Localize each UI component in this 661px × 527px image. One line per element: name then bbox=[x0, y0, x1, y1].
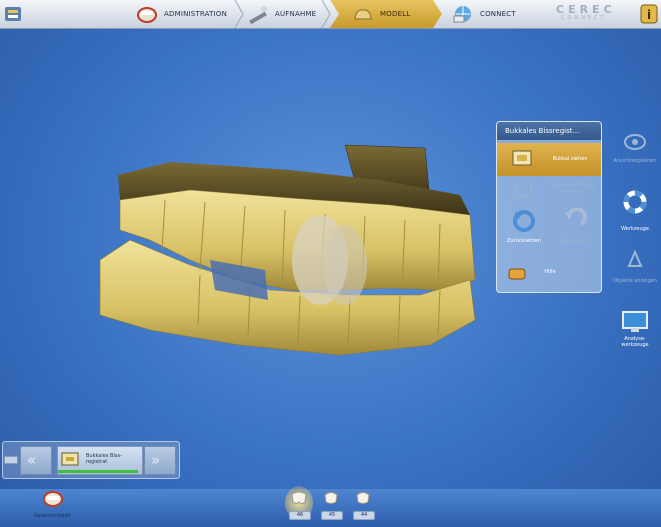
tab-administration-label: ADMINISTRATION bbox=[164, 10, 228, 18]
tooth-45-label: 45 bbox=[321, 511, 343, 520]
tab-aufnahme[interactable]: AUFNAHME bbox=[247, 0, 316, 28]
tooth-45-button[interactable]: 45 bbox=[318, 488, 344, 520]
premolar-tooth-icon bbox=[355, 490, 371, 510]
top-navigation-bar: ADMINISTRATION AUFNAHME MODELL CONNECT C… bbox=[0, 0, 661, 29]
workflow-progress-bar bbox=[58, 470, 138, 473]
chevron-right-icon: › bbox=[589, 269, 592, 276]
tool-panel: Bukkales Bissregist... Bukkal ziehen Buk… bbox=[496, 121, 602, 293]
tooth-46-button[interactable]: 46 bbox=[285, 486, 313, 520]
view-options-button[interactable]: Ansichtsoptionen bbox=[613, 128, 657, 178]
tooth-46-label: 46 bbox=[289, 511, 311, 520]
molar-tooth-icon bbox=[290, 490, 308, 510]
full-jaw-icon bbox=[42, 487, 64, 513]
select-objects-button[interactable]: Objekte anzeigen bbox=[613, 246, 657, 296]
workflow-menu-button[interactable] bbox=[4, 456, 18, 464]
help-icon bbox=[507, 266, 527, 286]
tab-separator-chevron bbox=[234, 0, 244, 28]
double-chevron-right-icon: » bbox=[151, 451, 161, 469]
svg-text:i: i bbox=[647, 8, 651, 22]
connect-globe-icon bbox=[452, 3, 474, 25]
select-objects-label: Objekte anzeigen bbox=[613, 278, 657, 284]
workflow-next-button[interactable]: » bbox=[144, 446, 176, 475]
tab-modell[interactable]: MODELL bbox=[352, 0, 410, 28]
view-options-label: Ansichtsoptionen bbox=[613, 158, 657, 164]
app-menu-icon[interactable] bbox=[4, 4, 24, 24]
tab-administration[interactable]: ADMINISTRATION bbox=[136, 0, 227, 28]
help-label: Hilfe bbox=[544, 269, 556, 275]
tab-connect[interactable]: CONNECT bbox=[452, 0, 516, 28]
full-model-label: Gesamtmodell bbox=[33, 513, 71, 519]
double-chevron-left-icon: « bbox=[27, 451, 37, 469]
premolar-tooth-icon bbox=[323, 490, 339, 510]
select-objects-icon bbox=[623, 248, 647, 276]
undo-label: Rückgängig bbox=[559, 238, 589, 244]
tab-connect-label: CONNECT bbox=[480, 10, 516, 18]
undo-button[interactable]: Rückgängig bbox=[551, 207, 597, 258]
tooth-44-button[interactable]: 44 bbox=[350, 488, 376, 520]
bukkal-ziehen-label: Bukkal ziehen bbox=[552, 156, 588, 162]
rotate-impression-icon bbox=[513, 181, 533, 205]
view-options-icon bbox=[623, 130, 647, 158]
cerec-logo-subtitle: CONNECT bbox=[561, 15, 607, 21]
bukkalen-abdruck-drehen-label: Bukkalen Abdruck drehen bbox=[549, 182, 595, 194]
bukkalen-abdruck-drehen-button[interactable]: Bukkalen Abdruck drehen bbox=[497, 178, 601, 206]
workflow-prev-button[interactable]: « bbox=[20, 446, 52, 475]
lifebuoy-icon bbox=[623, 190, 647, 218]
tooth-44-label: 44 bbox=[353, 511, 375, 520]
analysis-tools-button[interactable]: Analyse-werkzeuge bbox=[613, 308, 657, 358]
camera-wand-icon bbox=[247, 3, 269, 25]
analysis-monitor-icon bbox=[621, 310, 649, 338]
tab-modell-label: MODELL bbox=[380, 10, 411, 18]
undo-icon bbox=[561, 207, 587, 238]
tools-label: Werkzeuge bbox=[621, 226, 649, 232]
patient-jaw-icon bbox=[136, 3, 158, 25]
info-icon[interactable]: i bbox=[640, 4, 658, 24]
dental-model-3d-view[interactable] bbox=[90, 140, 490, 370]
tab-aufnahme-label: AUFNAHME bbox=[275, 10, 317, 18]
tools-button[interactable]: Werkzeuge bbox=[613, 188, 657, 238]
full-model-button[interactable]: Gesamtmodell bbox=[30, 487, 74, 523]
reset-button[interactable]: Zurücksetzen bbox=[501, 208, 547, 258]
reset-label: Zurücksetzen bbox=[507, 238, 541, 244]
workflow-step-label: Bukkales Biss-registrat bbox=[86, 453, 122, 465]
tab-separator-chevron bbox=[321, 0, 331, 28]
bukkal-ziehen-button[interactable]: Bukkal ziehen bbox=[497, 143, 601, 176]
analysis-tools-label: Analyse-werkzeuge bbox=[621, 336, 649, 348]
tool-panel-title[interactable]: Bukkales Bissregist... bbox=[497, 122, 601, 140]
model-crown-icon bbox=[352, 3, 374, 25]
reset-icon bbox=[511, 208, 537, 238]
help-button[interactable]: Hilfe › bbox=[497, 264, 601, 284]
bite-pull-icon bbox=[511, 147, 535, 175]
